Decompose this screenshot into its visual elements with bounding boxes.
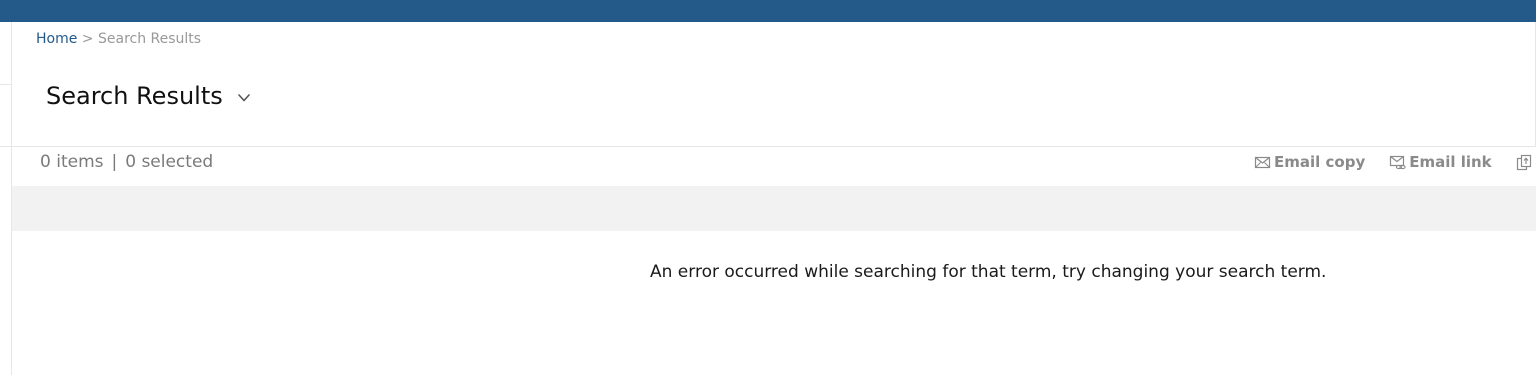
sidebar-divider [0, 146, 11, 147]
email-copy-label: Email copy [1274, 153, 1366, 171]
left-sidebar-edge [0, 22, 12, 375]
breadcrumb-separator: > [81, 31, 94, 47]
email-copy-button[interactable]: Email copy [1254, 151, 1365, 173]
chevron-down-icon [237, 94, 250, 102]
upload-icon [1516, 154, 1531, 170]
email-link-icon [1390, 155, 1406, 169]
email-link-label: Email link [1409, 153, 1492, 171]
section-divider [12, 146, 1536, 147]
summary-divider: | [111, 152, 118, 172]
page-title-dropdown[interactable]: Search Results [46, 80, 251, 112]
selected-count: 0 selected [125, 152, 214, 172]
breadcrumb-home-link[interactable]: Home [36, 31, 77, 47]
page-title: Search Results [46, 82, 223, 110]
item-count: 0 items [40, 152, 104, 172]
sidebar-divider [0, 84, 11, 85]
breadcrumb-current: Search Results [97, 31, 202, 47]
upload-button[interactable]: Up [1516, 151, 1536, 173]
email-copy-icon [1254, 156, 1271, 168]
search-error-message: An error occurred while searching for th… [650, 262, 1327, 282]
results-header-band [12, 186, 1536, 231]
top-header-bar [0, 0, 1536, 22]
breadcrumb: Home > Search Results [36, 30, 201, 48]
email-link-button[interactable]: Email link [1389, 151, 1492, 173]
action-toolbar: Email copy Email link Up [1254, 151, 1536, 173]
selection-summary: 0 items | 0 selected [40, 151, 213, 173]
